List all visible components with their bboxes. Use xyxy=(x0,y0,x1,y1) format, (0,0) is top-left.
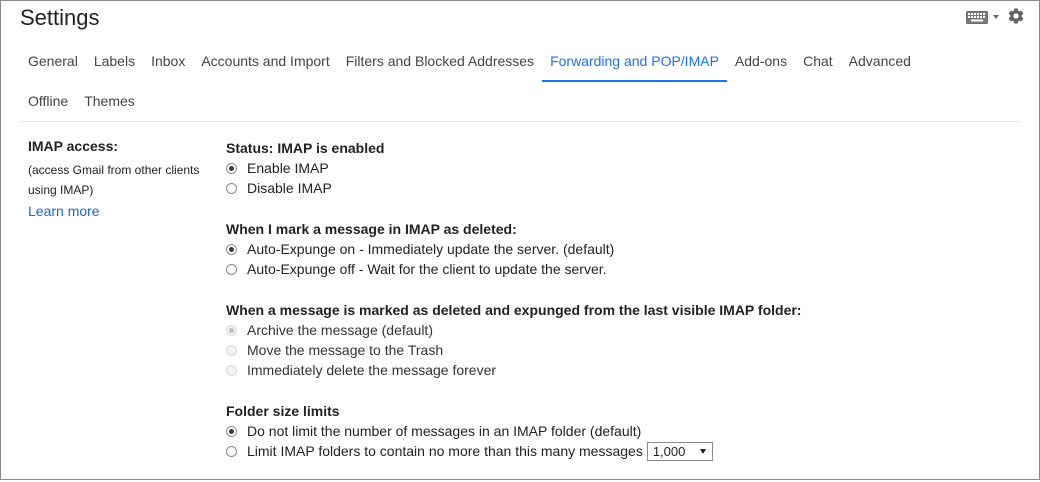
expunged-behavior-section: When a message is marked as deleted and … xyxy=(226,300,1006,380)
move-to-trash-radio xyxy=(226,344,237,356)
tab-accounts-and-import[interactable]: Accounts and Import xyxy=(193,53,337,82)
deleted-behavior-section: When I mark a message in IMAP as deleted… xyxy=(226,219,1006,279)
move-to-trash-label: Move the message to the Trash xyxy=(247,342,444,358)
tab-labels[interactable]: Labels xyxy=(86,53,143,82)
archive-message-radio xyxy=(226,324,237,336)
archive-message-label: Archive the message (default) xyxy=(247,322,433,338)
no-limit-label: Do not limit the number of messages in a… xyxy=(247,423,642,439)
learn-more-link[interactable]: Learn more xyxy=(28,203,100,219)
tab-inbox[interactable]: Inbox xyxy=(143,53,193,82)
disable-imap-option[interactable]: Disable IMAP xyxy=(226,178,1006,198)
imap-access-description-line-2: using IMAP) xyxy=(28,183,94,197)
no-limit-radio[interactable] xyxy=(226,425,237,437)
delete-forever-radio xyxy=(226,364,237,376)
tab-forwarding-and-pop-imap[interactable]: Forwarding and POP/IMAP xyxy=(542,53,727,82)
enable-imap-label: Enable IMAP xyxy=(247,160,329,176)
limit-folders-label: Limit IMAP folders to contain no more th… xyxy=(247,443,643,459)
auto-expunge-on-label: Auto-Expunge on - Immediately update the… xyxy=(247,241,615,257)
settings-tabs-row-1: General Labels Inbox Accounts and Import… xyxy=(20,53,919,82)
deleted-behavior-title: When I mark a message in IMAP as deleted… xyxy=(226,221,517,237)
dropdown-caret-icon[interactable] xyxy=(993,15,999,19)
folder-limit-select[interactable]: 1,000 xyxy=(646,441,713,461)
auto-expunge-off-radio[interactable] xyxy=(226,263,237,275)
keyboard-icon[interactable] xyxy=(966,11,988,24)
imap-status-text: Status: IMAP is enabled xyxy=(226,140,385,156)
folder-limit-value: 1,000 xyxy=(652,443,686,459)
tab-advanced[interactable]: Advanced xyxy=(841,53,919,82)
tab-general[interactable]: General xyxy=(20,53,86,82)
tab-add-ons[interactable]: Add-ons xyxy=(727,53,795,82)
imap-status-section: Status: IMAP is enabled Enable IMAP Disa… xyxy=(226,138,1006,198)
disable-imap-radio[interactable] xyxy=(226,182,237,194)
auto-expunge-off-label: Auto-Expunge off - Wait for the client t… xyxy=(247,261,607,277)
enable-imap-radio[interactable] xyxy=(226,162,237,174)
limit-folders-option[interactable]: Limit IMAP folders to contain no more th… xyxy=(226,441,1006,461)
archive-message-option: Archive the message (default) xyxy=(226,320,1006,340)
tab-chat[interactable]: Chat xyxy=(795,53,841,82)
expunged-behavior-title: When a message is marked as deleted and … xyxy=(226,302,802,318)
folder-size-section: Folder size limits Do not limit the numb… xyxy=(226,401,1006,461)
settings-gear-icon[interactable] xyxy=(1007,7,1025,25)
imap-access-label: IMAP access: xyxy=(28,138,119,154)
chevron-down-icon xyxy=(699,448,706,454)
folder-size-title: Folder size limits xyxy=(226,403,340,419)
no-limit-option[interactable]: Do not limit the number of messages in a… xyxy=(226,421,1006,441)
disable-imap-label: Disable IMAP xyxy=(247,180,332,196)
tab-filters-and-blocked-addresses[interactable]: Filters and Blocked Addresses xyxy=(338,53,542,82)
settings-window: Settings General Labels Inbox Accounts a… xyxy=(0,0,1040,480)
tab-themes[interactable]: Themes xyxy=(76,93,143,122)
tabs-divider xyxy=(20,121,1020,122)
auto-expunge-on-option[interactable]: Auto-Expunge on - Immediately update the… xyxy=(226,239,1006,259)
auto-expunge-on-radio[interactable] xyxy=(226,243,237,255)
auto-expunge-off-option[interactable]: Auto-Expunge off - Wait for the client t… xyxy=(226,259,1006,279)
imap-settings-column: Status: IMAP is enabled Enable IMAP Disa… xyxy=(226,138,1006,482)
imap-access-label-column: IMAP access: (access Gmail from other cl… xyxy=(28,138,218,221)
move-to-trash-option: Move the message to the Trash xyxy=(226,340,1006,360)
imap-access-description-line-1: (access Gmail from other clients xyxy=(28,163,200,177)
enable-imap-option[interactable]: Enable IMAP xyxy=(226,158,1006,178)
tab-offline[interactable]: Offline xyxy=(20,93,76,122)
delete-forever-option: Immediately delete the message forever xyxy=(226,360,1006,380)
limit-folders-radio[interactable] xyxy=(226,445,237,457)
delete-forever-label: Immediately delete the message forever xyxy=(247,362,497,378)
settings-tabs-row-2: Offline Themes xyxy=(20,93,143,119)
page-title: Settings xyxy=(20,5,100,30)
